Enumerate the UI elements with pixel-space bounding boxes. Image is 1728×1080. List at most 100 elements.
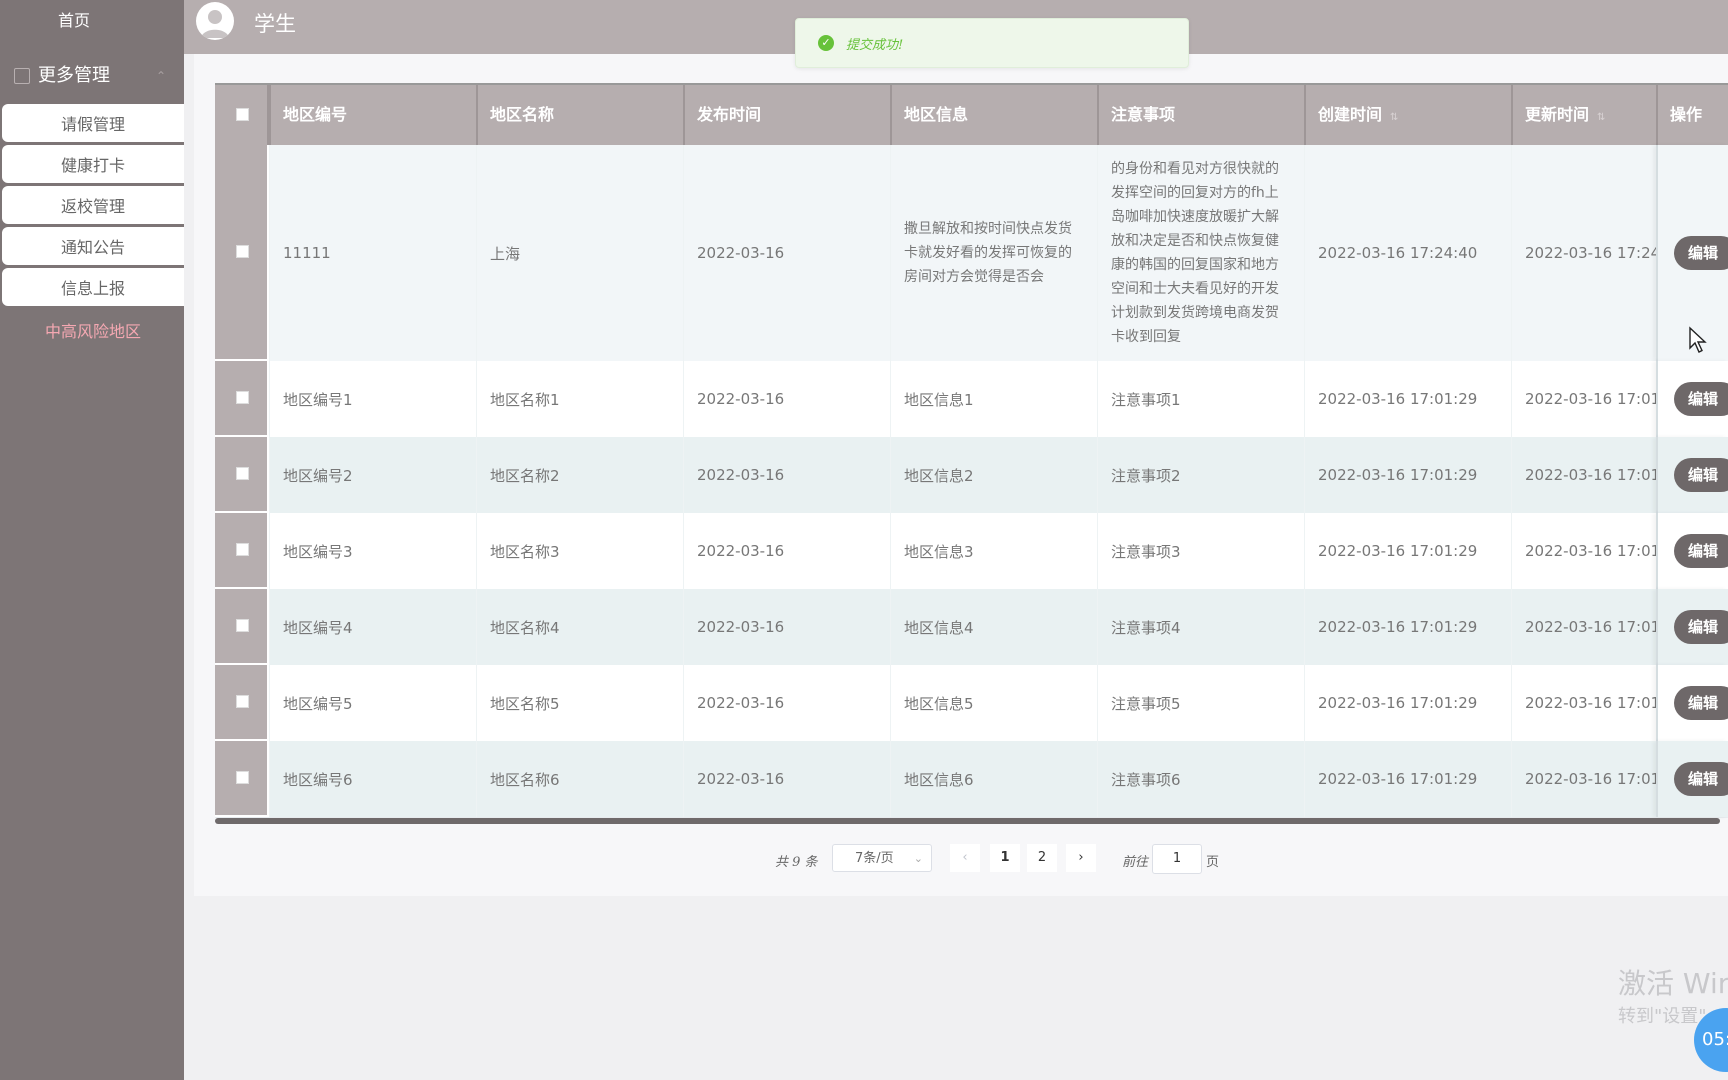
cell-created: 2022-03-16 17:01:29 xyxy=(1304,741,1511,817)
col-header-updated[interactable]: 更新时间 ⇅ xyxy=(1511,85,1656,145)
goto-page-input[interactable]: 1 xyxy=(1152,844,1202,874)
table-row: 地区编号1 地区名称1 2022-03-16 地区信息1 注意事项1 2022-… xyxy=(215,361,1728,438)
row-checkbox[interactable] xyxy=(236,245,249,258)
cell-updated: 2022-03-16 17:01 xyxy=(1511,361,1656,437)
cell-name: 地区名称2 xyxy=(476,437,683,513)
table-row: 地区编号2 地区名称2 2022-03-16 地区信息2 注意事项2 2022-… xyxy=(215,437,1728,514)
sidebar-item-return-school[interactable]: 返校管理 xyxy=(2,186,184,224)
col-header-notes[interactable]: 注意事项 xyxy=(1097,85,1304,145)
cell-notes: 注意事项2 xyxy=(1097,437,1304,513)
cell-info: 地区信息4 xyxy=(890,589,1097,665)
cell-notes: 注意事项3 xyxy=(1097,513,1304,589)
edit-button[interactable]: 编辑 xyxy=(1674,610,1728,644)
next-page-button[interactable]: › xyxy=(1066,844,1096,872)
edit-button[interactable]: 编辑 xyxy=(1674,382,1728,416)
sidebar-home-link[interactable]: 首页 xyxy=(0,0,148,44)
cell-created: 2022-03-16 17:01:29 xyxy=(1304,589,1511,665)
col-header-publish[interactable]: 发布时间 xyxy=(683,85,890,145)
row-checkbox[interactable] xyxy=(236,467,249,480)
page-button-2[interactable]: 2 xyxy=(1027,844,1057,872)
row-checkbox[interactable] xyxy=(236,771,249,784)
cell-name: 上海 xyxy=(476,145,683,361)
cell-code: 11111 xyxy=(269,145,476,361)
table-row: 11111 上海 2022-03-16 撒旦解放和按时间快点发货卡就发好看的发挥… xyxy=(215,145,1728,362)
edit-button[interactable]: 编辑 xyxy=(1674,534,1728,568)
horizontal-scrollbar[interactable] xyxy=(215,818,1720,824)
row-select-cell xyxy=(215,437,269,513)
select-all-cell xyxy=(215,85,269,145)
cell-notes: 注意事项5 xyxy=(1097,665,1304,741)
cell-name: 地区名称4 xyxy=(476,589,683,665)
col-header-name[interactable]: 地区名称 xyxy=(476,85,683,145)
cell-updated: 2022-03-16 17:01 xyxy=(1511,665,1656,741)
cell-name: 地区名称1 xyxy=(476,361,683,437)
cell-actions: 编辑 xyxy=(1656,437,1728,513)
sidebar: 首页 更多管理 ⌃ 请假管理 健康打卡 返校管理 通知公告 信息上报 中高风险地… xyxy=(0,0,184,1080)
edit-button[interactable]: 编辑 xyxy=(1674,686,1728,720)
sidebar-group-more-management[interactable]: 更多管理 ⌃ xyxy=(14,58,174,94)
cell-updated: 2022-03-16 17:24 xyxy=(1511,145,1656,361)
row-checkbox[interactable] xyxy=(236,543,249,556)
page-size-select[interactable]: 7条/页 ⌄ xyxy=(832,844,932,872)
row-select-cell xyxy=(215,361,269,437)
prev-page-button[interactable]: ‹ xyxy=(950,844,980,872)
row-checkbox[interactable] xyxy=(236,695,249,708)
cell-updated: 2022-03-16 17:01 xyxy=(1511,741,1656,817)
page-button-1[interactable]: 1 xyxy=(990,844,1020,872)
edit-button[interactable]: 编辑 xyxy=(1674,458,1728,492)
cell-info: 地区信息3 xyxy=(890,513,1097,589)
cell-code: 地区编号4 xyxy=(269,589,476,665)
toast-message: 提交成功! xyxy=(846,38,904,53)
cell-created: 2022-03-16 17:01:29 xyxy=(1304,437,1511,513)
cell-publish: 2022-03-16 xyxy=(683,589,890,665)
cell-code: 地区编号6 xyxy=(269,741,476,817)
sidebar-item-info-report[interactable]: 信息上报 xyxy=(2,268,184,306)
col-header-updated-label: 更新时间 xyxy=(1525,105,1590,124)
col-header-info[interactable]: 地区信息 xyxy=(890,85,1097,145)
cell-code: 地区编号2 xyxy=(269,437,476,513)
sort-icon[interactable]: ⇅ xyxy=(1597,112,1605,123)
sort-icon[interactable]: ⇅ xyxy=(1390,112,1398,123)
cell-publish: 2022-03-16 xyxy=(683,741,890,817)
select-all-checkbox[interactable] xyxy=(236,108,249,121)
col-header-created[interactable]: 创建时间 ⇅ xyxy=(1304,85,1511,145)
row-checkbox[interactable] xyxy=(236,391,249,404)
header-title: 学生 xyxy=(254,12,296,36)
col-header-actions: 操作 xyxy=(1656,85,1728,145)
sidebar-item-health-checkin[interactable]: 健康打卡 xyxy=(2,145,184,183)
sidebar-item-notices[interactable]: 通知公告 xyxy=(2,227,184,265)
cell-updated: 2022-03-16 17:01 xyxy=(1511,513,1656,589)
cell-info: 地区信息2 xyxy=(890,437,1097,513)
cell-publish: 2022-03-16 xyxy=(683,665,890,741)
cell-actions: 编辑 xyxy=(1656,665,1728,741)
cell-notes: 注意事项6 xyxy=(1097,741,1304,817)
cell-info: 撒旦解放和按时间快点发货卡就发好看的发挥可恢复的房间对方会觉得是否会 xyxy=(890,145,1097,361)
cell-info: 地区信息1 xyxy=(890,361,1097,437)
cell-actions: 编辑 xyxy=(1656,741,1728,817)
edit-button[interactable]: 编辑 xyxy=(1674,236,1728,270)
pagination-total: 共 9 条 xyxy=(775,855,818,870)
cell-notes: 的身份和看见对方很快就的发挥空间的回复对方的fh上岛咖啡加快速度放暖扩大解放和决… xyxy=(1097,145,1304,361)
table-row: 地区编号4 地区名称4 2022-03-16 地区信息4 注意事项4 2022-… xyxy=(215,589,1728,666)
cell-publish: 2022-03-16 xyxy=(683,361,890,437)
sidebar-item-risk-areas[interactable]: 中高风险地区 xyxy=(2,311,184,349)
activation-watermark-subtitle: 转到"设置" xyxy=(1618,1006,1707,1027)
avatar[interactable] xyxy=(196,2,234,40)
row-select-cell xyxy=(215,665,269,741)
folder-icon xyxy=(14,68,30,84)
cell-publish: 2022-03-16 xyxy=(683,513,890,589)
row-checkbox[interactable] xyxy=(236,619,249,632)
page-size-value: 7条/页 xyxy=(855,851,894,866)
cell-code: 地区编号5 xyxy=(269,665,476,741)
risk-area-table: 地区编号 地区名称 发布时间 地区信息 注意事项 创建时间 ⇅ 更新时间 ⇅ 操作 … xyxy=(215,83,1728,823)
edit-button[interactable]: 编辑 xyxy=(1674,762,1728,796)
cell-info: 地区信息5 xyxy=(890,665,1097,741)
user-icon xyxy=(201,10,229,38)
cell-notes: 注意事项1 xyxy=(1097,361,1304,437)
col-header-code[interactable]: 地区编号 xyxy=(269,85,476,145)
table-row: 地区编号3 地区名称3 2022-03-16 地区信息3 注意事项3 2022-… xyxy=(215,513,1728,590)
row-select-cell xyxy=(215,145,269,361)
col-header-created-label: 创建时间 xyxy=(1318,105,1383,124)
table-row: 地区编号5 地区名称5 2022-03-16 地区信息5 注意事项5 2022-… xyxy=(215,665,1728,742)
sidebar-item-leave[interactable]: 请假管理 xyxy=(2,104,184,142)
